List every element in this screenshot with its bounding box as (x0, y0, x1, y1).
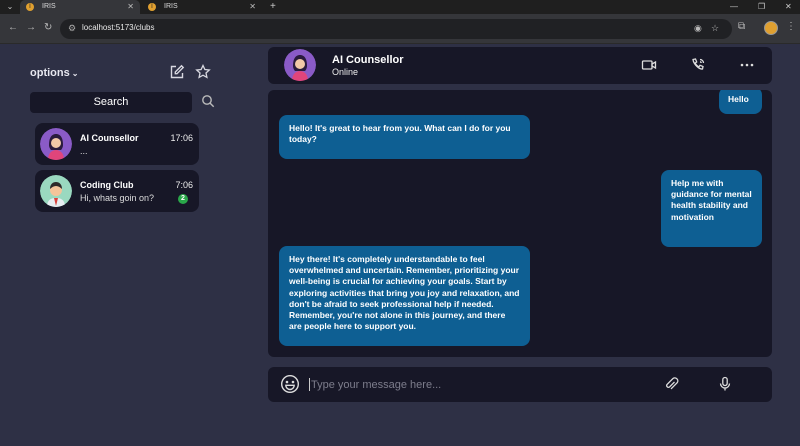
window-close-icon[interactable]: ✕ (785, 0, 792, 14)
message-input[interactable] (311, 376, 611, 393)
iris-favicon-icon: I (26, 3, 34, 11)
tab-search-icon[interactable]: ⌄ (3, 1, 17, 13)
tab-title: IRIS (164, 3, 178, 10)
browser-toolbar: ← → ↻ ⚙ localhost:5173/clubs ◉ ☆ ⧉ ⋮ (0, 14, 800, 44)
bookmark-star-icon[interactable]: ☆ (711, 23, 719, 34)
star-icon[interactable] (194, 63, 212, 82)
eye-off-icon[interactable]: ◉ (694, 23, 702, 34)
address-bar[interactable]: ⚙ localhost:5173/clubs ◉ ☆ (60, 19, 732, 39)
url-text[interactable]: localhost:5173/clubs (82, 23, 155, 32)
unread-badge: 2 (178, 194, 188, 204)
tab-title: IRIS (42, 3, 56, 10)
maximize-icon[interactable]: ❐ (758, 0, 765, 14)
forward-icon[interactable]: → (26, 22, 36, 33)
options-dropdown[interactable]: options ⌄ (30, 67, 78, 79)
new-tab-icon[interactable]: + (270, 0, 276, 14)
more-options-icon[interactable] (739, 57, 755, 73)
sent-message-bubble: Help me with guidance for mental health … (661, 170, 762, 247)
text-cursor (309, 378, 310, 391)
chat-preview: ... (80, 146, 88, 156)
back-icon[interactable]: ← (8, 22, 18, 33)
contact-avatar[interactable] (284, 49, 316, 81)
sent-message-bubble: Hello (719, 90, 762, 114)
emoji-icon[interactable] (280, 374, 300, 394)
microphone-icon[interactable] (717, 376, 733, 392)
chat-time: 7:06 (175, 180, 193, 190)
search-button[interactable]: Search (30, 92, 192, 113)
browser-tab-inactive[interactable]: I IRIS ✕ (142, 0, 262, 14)
contact-name: AI Counsellor (332, 54, 404, 66)
iris-favicon-icon: I (148, 3, 156, 11)
search-icon[interactable] (201, 94, 217, 110)
edit-icon[interactable] (168, 64, 186, 82)
chevron-down-icon: ⌄ (71, 69, 79, 78)
phone-call-icon[interactable] (690, 57, 706, 73)
chat-name: AI Counsellor (80, 133, 139, 143)
chat-header: AI Counsellor Online (268, 47, 772, 84)
chat-time: 17:06 (170, 133, 193, 143)
options-label: options (30, 67, 70, 79)
ai-counsellor-avatar (40, 128, 72, 160)
received-message-bubble: Hey there! It's completely understandabl… (279, 246, 530, 346)
contact-status: Online (332, 67, 359, 77)
minimize-icon[interactable]: — (730, 0, 738, 14)
message-composer (268, 367, 772, 402)
reload-icon[interactable]: ↻ (44, 22, 52, 33)
message-list[interactable]: Hello Hello! It's great to hear from you… (268, 90, 772, 357)
profile-avatar[interactable] (764, 21, 778, 35)
coding-club-avatar (40, 175, 72, 207)
search-label: Search (93, 96, 129, 108)
browser-menu-icon[interactable]: ⋮ (786, 21, 796, 32)
browser-tab-active[interactable]: I IRIS ✕ (20, 0, 140, 14)
site-info-icon[interactable]: ⚙ (68, 23, 76, 34)
chat-list-item-coding-club[interactable]: Coding Club Hi, whats goin on? 7:06 2 (35, 170, 199, 212)
extensions-icon[interactable]: ⧉ (738, 21, 745, 32)
received-message-bubble: Hello! It's great to hear from you. What… (279, 115, 530, 159)
paperclip-icon[interactable] (663, 376, 679, 392)
chat-list-item-ai-counsellor[interactable]: AI Counsellor ... 17:06 (35, 123, 199, 165)
browser-tab-strip: ⌄ I IRIS ✕ I IRIS ✕ + — ❐ ✕ (0, 0, 800, 14)
close-tab-icon[interactable]: ✕ (249, 0, 256, 14)
close-tab-icon[interactable]: ✕ (127, 0, 134, 14)
chat-preview: Hi, whats goin on? (80, 193, 155, 203)
video-call-icon[interactable] (641, 57, 657, 73)
chat-name: Coding Club (80, 180, 134, 190)
